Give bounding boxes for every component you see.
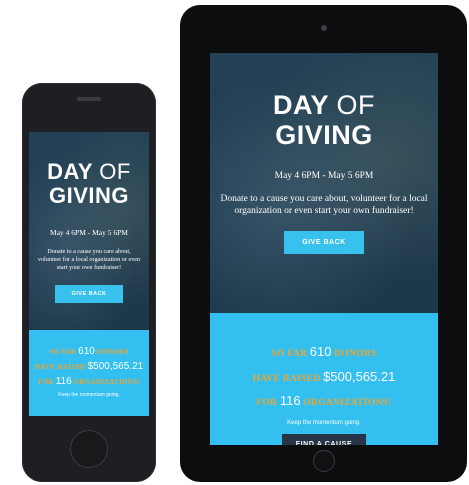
raised-stat: HAVE RAISED $500,565.21 <box>210 365 438 390</box>
orgs-prefix: FOR <box>38 378 54 386</box>
title-giving: GIVING <box>48 183 129 208</box>
home-button-icon[interactable] <box>312 450 335 472</box>
title-giving: GIVING <box>275 120 373 150</box>
hero-section: DAY OF GIVING May 4 6PM - May 5 6PM Dona… <box>29 132 149 330</box>
title-of: OF <box>336 90 376 120</box>
event-dates: May 4 6PM - May 5 6PM <box>50 228 128 237</box>
title-day: DAY <box>47 159 93 184</box>
home-button-icon[interactable] <box>70 430 108 468</box>
give-back-button[interactable]: GIVE BACK <box>284 230 364 254</box>
donors-label: DONORS <box>96 348 129 356</box>
raised-prefix: HAVE RAISED <box>252 373 321 384</box>
page-title: DAY OF <box>29 132 149 183</box>
orgs-count: 116 <box>55 376 72 387</box>
momentum-text: Keep the momentum going. <box>287 420 361 427</box>
tablet-device: DAY OF GIVING May 4 6PM - May 5 6PM Dona… <box>180 5 467 482</box>
orgs-label: ORGANIZATIONS! <box>303 398 392 409</box>
hero-section: DAY OF GIVING May 4 6PM - May 5 6PM Dona… <box>210 53 438 313</box>
find-a-cause-button[interactable]: FIND A CAUSE <box>281 434 367 445</box>
phone-device: DAY OF GIVING May 4 6PM - May 5 6PM Dona… <box>22 83 156 482</box>
give-back-button[interactable]: GIVE BACK <box>55 285 123 304</box>
momentum-text: Keep the momentum going. <box>58 392 120 398</box>
donors-prefix: SO FAR <box>271 349 308 359</box>
stats-section: SO FAR 610 DONORS HAVE RAISED $500,565.2… <box>29 330 149 416</box>
tablet-screen: DAY OF GIVING May 4 6PM - May 5 6PM Dona… <box>210 53 438 445</box>
donors-count: 610 <box>78 346 95 357</box>
phone-screen: DAY OF GIVING May 4 6PM - May 5 6PM Dona… <box>29 132 149 416</box>
stats-section: SO FAR 610 DONORS HAVE RAISED $500,565.2… <box>210 313 438 445</box>
raised-amount: $500,565.21 <box>87 361 144 372</box>
orgs-label: ORGANIZATIONS! <box>73 378 140 386</box>
orgs-stat: FOR 116 ORGANIZATIONS! <box>29 374 149 389</box>
camera-icon <box>320 25 327 31</box>
event-dates: May 4 6PM - May 5 6PM <box>274 171 374 181</box>
title-of: OF <box>99 159 131 184</box>
orgs-stat: FOR 116 ORGANIZATIONS! <box>210 389 438 414</box>
raised-prefix: HAVE RAISED <box>34 363 86 371</box>
donors-stat: SO FAR 610 DONORS <box>210 340 438 365</box>
orgs-count: 116 <box>279 393 301 409</box>
tagline: Donate to a cause you care about, volunt… <box>220 194 428 216</box>
donors-count: 610 <box>309 344 332 359</box>
orgs-prefix: FOR <box>256 398 278 409</box>
raised-stat: HAVE RAISED $500,565.21 <box>29 359 149 374</box>
tagline: Donate to a cause you care about, volunt… <box>37 248 141 272</box>
donors-prefix: SO FAR <box>49 348 77 356</box>
donors-stat: SO FAR 610 DONORS <box>29 344 149 359</box>
title-day: DAY <box>272 90 329 120</box>
raised-amount: $500,565.21 <box>323 368 396 384</box>
speaker-icon <box>77 97 101 101</box>
donors-label: DONORS <box>334 349 377 359</box>
page-title: DAY OF <box>210 53 438 119</box>
